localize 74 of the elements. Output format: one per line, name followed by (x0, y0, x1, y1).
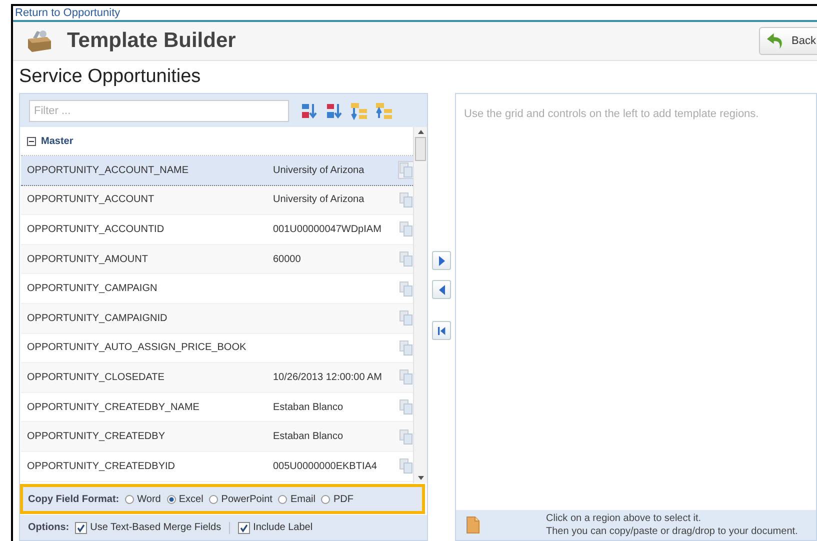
first-arrow-icon (438, 326, 446, 336)
field-value: Estaban Blanco (273, 431, 344, 442)
copy-icon[interactable] (399, 280, 413, 297)
format-radio[interactable]: Word (125, 494, 161, 504)
field-name: OPPORTUNITY_CREATEDBYID (27, 460, 176, 472)
field-row[interactable]: OPPORTUNITY_ACCOUNT University of Arizona (21, 186, 413, 216)
section-title: Service Opportunities (18, 65, 202, 89)
copy-icon[interactable] (399, 192, 413, 208)
format-radio[interactable]: PowerPoint (209, 494, 272, 504)
field-name: OPPORTUNITY_CAMPAIGNID (27, 312, 168, 324)
scroll-down-icon[interactable] (418, 476, 424, 480)
field-name: OPPORTUNITY_AMOUNT (27, 254, 149, 265)
left-arrow-icon (438, 284, 446, 294)
copy-icon[interactable] (399, 162, 413, 178)
scrollbar[interactable] (413, 127, 427, 483)
copy-icon[interactable] (399, 310, 413, 326)
options-label: Options: (28, 522, 70, 533)
checkmark-icon (76, 522, 86, 532)
canvas-hint: Use the grid and controls on the left to add template regions. (464, 108, 759, 120)
scroll-thumb[interactable] (415, 137, 426, 161)
field-name: OPPORTUNITY_ACCOUNTID (27, 224, 166, 235)
field-value: Estaban Blanco (273, 402, 344, 413)
field-value: 001U00000047WDpIAM (273, 224, 382, 235)
field-row[interactable]: OPPORTUNITY_CREATEDBYID 005U0000000EKBTIA4 (21, 452, 413, 482)
toolbox-icon (25, 29, 53, 53)
right-arrow-icon (438, 256, 446, 266)
option-checkbox[interactable]: Use Text-Based Merge Fields (75, 522, 222, 534)
copy-icon[interactable] (399, 340, 413, 356)
copy-icon[interactable] (399, 251, 413, 268)
back-button[interactable]: Back (759, 27, 817, 55)
field-row[interactable]: OPPORTUNITY_CREATEDBY Estaban Blanco (21, 422, 413, 452)
field-value: University of Arizona (273, 164, 366, 176)
copy-icon[interactable] (399, 458, 413, 474)
field-value: University of Arizona (273, 194, 366, 206)
field-name: OPPORTUNITY_CREATEDBY_NAME (27, 402, 200, 413)
field-value: 10/26/2013 12:00:00 AM (273, 372, 383, 383)
option-checkbox[interactable]: Include Label (229, 522, 313, 534)
remove-region-button[interactable] (432, 280, 451, 299)
field-name: OPPORTUNITY_CREATEDBY (27, 431, 166, 442)
field-name: OPPORTUNITY_CAMPAIGN (27, 283, 158, 294)
field-row[interactable]: OPPORTUNITY_AMOUNT 60000 (21, 244, 413, 274)
checkmark-icon (239, 522, 250, 532)
format-radio[interactable]: Email (278, 494, 316, 504)
format-radio[interactable]: PDF (321, 494, 354, 504)
group-label: Master (41, 136, 74, 146)
sort-descending-icon[interactable] (325, 102, 343, 120)
field-value: 60000 (273, 254, 302, 265)
field-name: OPPORTUNITY_ACCOUNT_NAME (27, 164, 190, 176)
document-icon (466, 516, 480, 534)
status-text: Then you can copy/paste or drag/drop to your document. (546, 525, 798, 538)
filter-field[interactable]: Filter ... (29, 100, 289, 122)
copy-icon[interactable] (399, 221, 413, 238)
field-row[interactable]: OPPORTUNITY_CLOSEDATE 10/26/2013 12:00:00 AM (21, 363, 413, 393)
format-radio[interactable]: Excel (166, 494, 204, 504)
first-button[interactable] (432, 321, 451, 340)
add-region-button[interactable] (432, 251, 451, 270)
collapse-tree-icon[interactable] (375, 102, 393, 120)
copy-icon[interactable] (399, 369, 413, 386)
copy-icon[interactable] (399, 428, 413, 445)
scroll-up-icon[interactable] (418, 130, 424, 134)
expand-tree-icon[interactable] (350, 102, 368, 120)
return-link[interactable]: Return to Opportunity (15, 6, 120, 20)
page-title: Template Builder (67, 29, 236, 53)
sort-ascending-icon[interactable] (300, 102, 318, 120)
copy-icon[interactable] (399, 399, 413, 416)
field-row[interactable]: OPPORTUNITY_CAMPAIGNID (21, 304, 413, 334)
format-label: Copy Field Format: (28, 494, 120, 504)
field-name: OPPORTUNITY_CLOSEDATE (27, 372, 166, 383)
group-toggle-icon[interactable] (27, 136, 36, 146)
field-value: 005U0000000EKBTIA4 (273, 460, 378, 472)
field-row[interactable]: OPPORTUNITY_ACCOUNT_NAME University of Arizona (21, 156, 413, 186)
status-text: Click on a region above to select it. (546, 512, 702, 525)
field-name: OPPORTUNITY_ACCOUNT (27, 194, 156, 206)
field-name: OPPORTUNITY_AUTO_ASSIGN_PRICE_BOOK (27, 342, 248, 354)
